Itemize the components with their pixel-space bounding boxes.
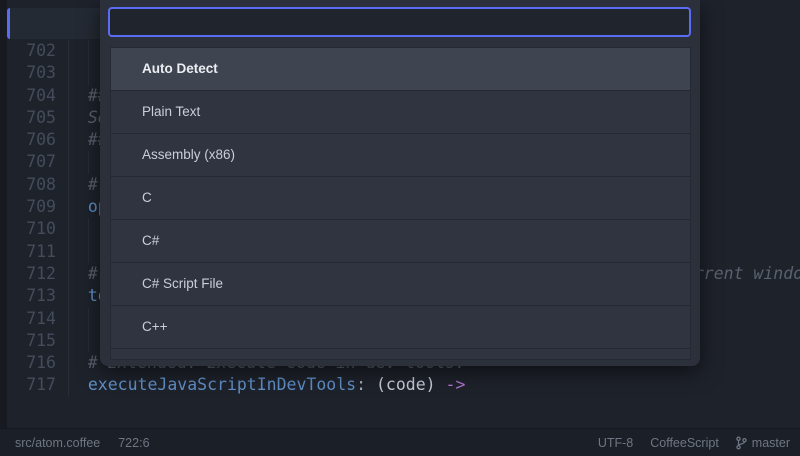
line-number: 708 (7, 174, 56, 196)
grammar-list: Auto Detect Plain Text Assembly (x86) C … (110, 47, 691, 360)
grammar-list-item-c[interactable]: C (111, 177, 690, 220)
git-branch-icon (736, 436, 747, 450)
atom-editor-window: 702 703 704 ### 705 Section: Managing th… (0, 0, 800, 456)
left-edge-strip (0, 0, 7, 428)
cursor-position[interactable]: 722:6 (118, 436, 149, 450)
code-punctuation: : (356, 375, 376, 394)
line-number: 716 (7, 352, 56, 374)
grammar-list-item-plain-text[interactable]: Plain Text (111, 91, 690, 134)
line-number: 710 (7, 218, 56, 240)
code-text: executeJavaScriptInDevTools: (code) -> (68, 374, 800, 396)
line-number: 715 (7, 330, 56, 352)
file-path: src/atom.coffee (15, 436, 100, 450)
line-number: 706 (7, 129, 56, 151)
grammar-list-item-csharp[interactable]: C# (111, 220, 690, 263)
line-number: 714 (7, 308, 56, 330)
grammar-list-item-csharp-script-file[interactable]: C# Script File (111, 263, 690, 306)
status-bar-left: src/atom.coffee 722:6 (15, 436, 150, 450)
grammar-list-item-auto-detect[interactable]: Auto Detect (111, 48, 690, 91)
partial-input-left-edge[interactable] (7, 8, 104, 39)
code-parameter: (code) (376, 375, 446, 394)
line-number: 717 (7, 374, 56, 396)
grammar-search-input[interactable] (108, 7, 691, 37)
status-bar: src/atom.coffee 722:6 UTF-8 CoffeeScript… (0, 428, 800, 456)
line-number: 704 (7, 85, 56, 107)
grammar-indicator[interactable]: CoffeeScript (650, 436, 719, 450)
grammar-list-item-cpp[interactable]: C++ (111, 306, 690, 349)
line-number: 711 (7, 241, 56, 263)
code-arrow: -> (446, 375, 466, 394)
line-number: 705 (7, 107, 56, 129)
grammar-list-item-assembly-x86[interactable]: Assembly (x86) (111, 134, 690, 177)
grammar-selector-modal: Auto Detect Plain Text Assembly (x86) C … (100, 0, 700, 366)
encoding-indicator[interactable]: UTF-8 (598, 436, 633, 450)
git-branch-name: master (752, 436, 790, 450)
git-branch-indicator: master (736, 436, 790, 450)
line-number: 707 (7, 151, 56, 173)
line-number: 712 (7, 263, 56, 285)
line-number: 713 (7, 285, 56, 307)
line-number: 703 (7, 62, 56, 84)
line-number: 709 (7, 196, 56, 218)
code-line: 717 executeJavaScriptInDevTools: (code) … (7, 374, 800, 396)
line-number: 702 (7, 40, 56, 62)
grammar-list-item-partial[interactable] (111, 349, 690, 360)
code-function: executeJavaScriptInDevTools (68, 375, 356, 394)
status-bar-right: UTF-8 CoffeeScript master (598, 436, 790, 450)
